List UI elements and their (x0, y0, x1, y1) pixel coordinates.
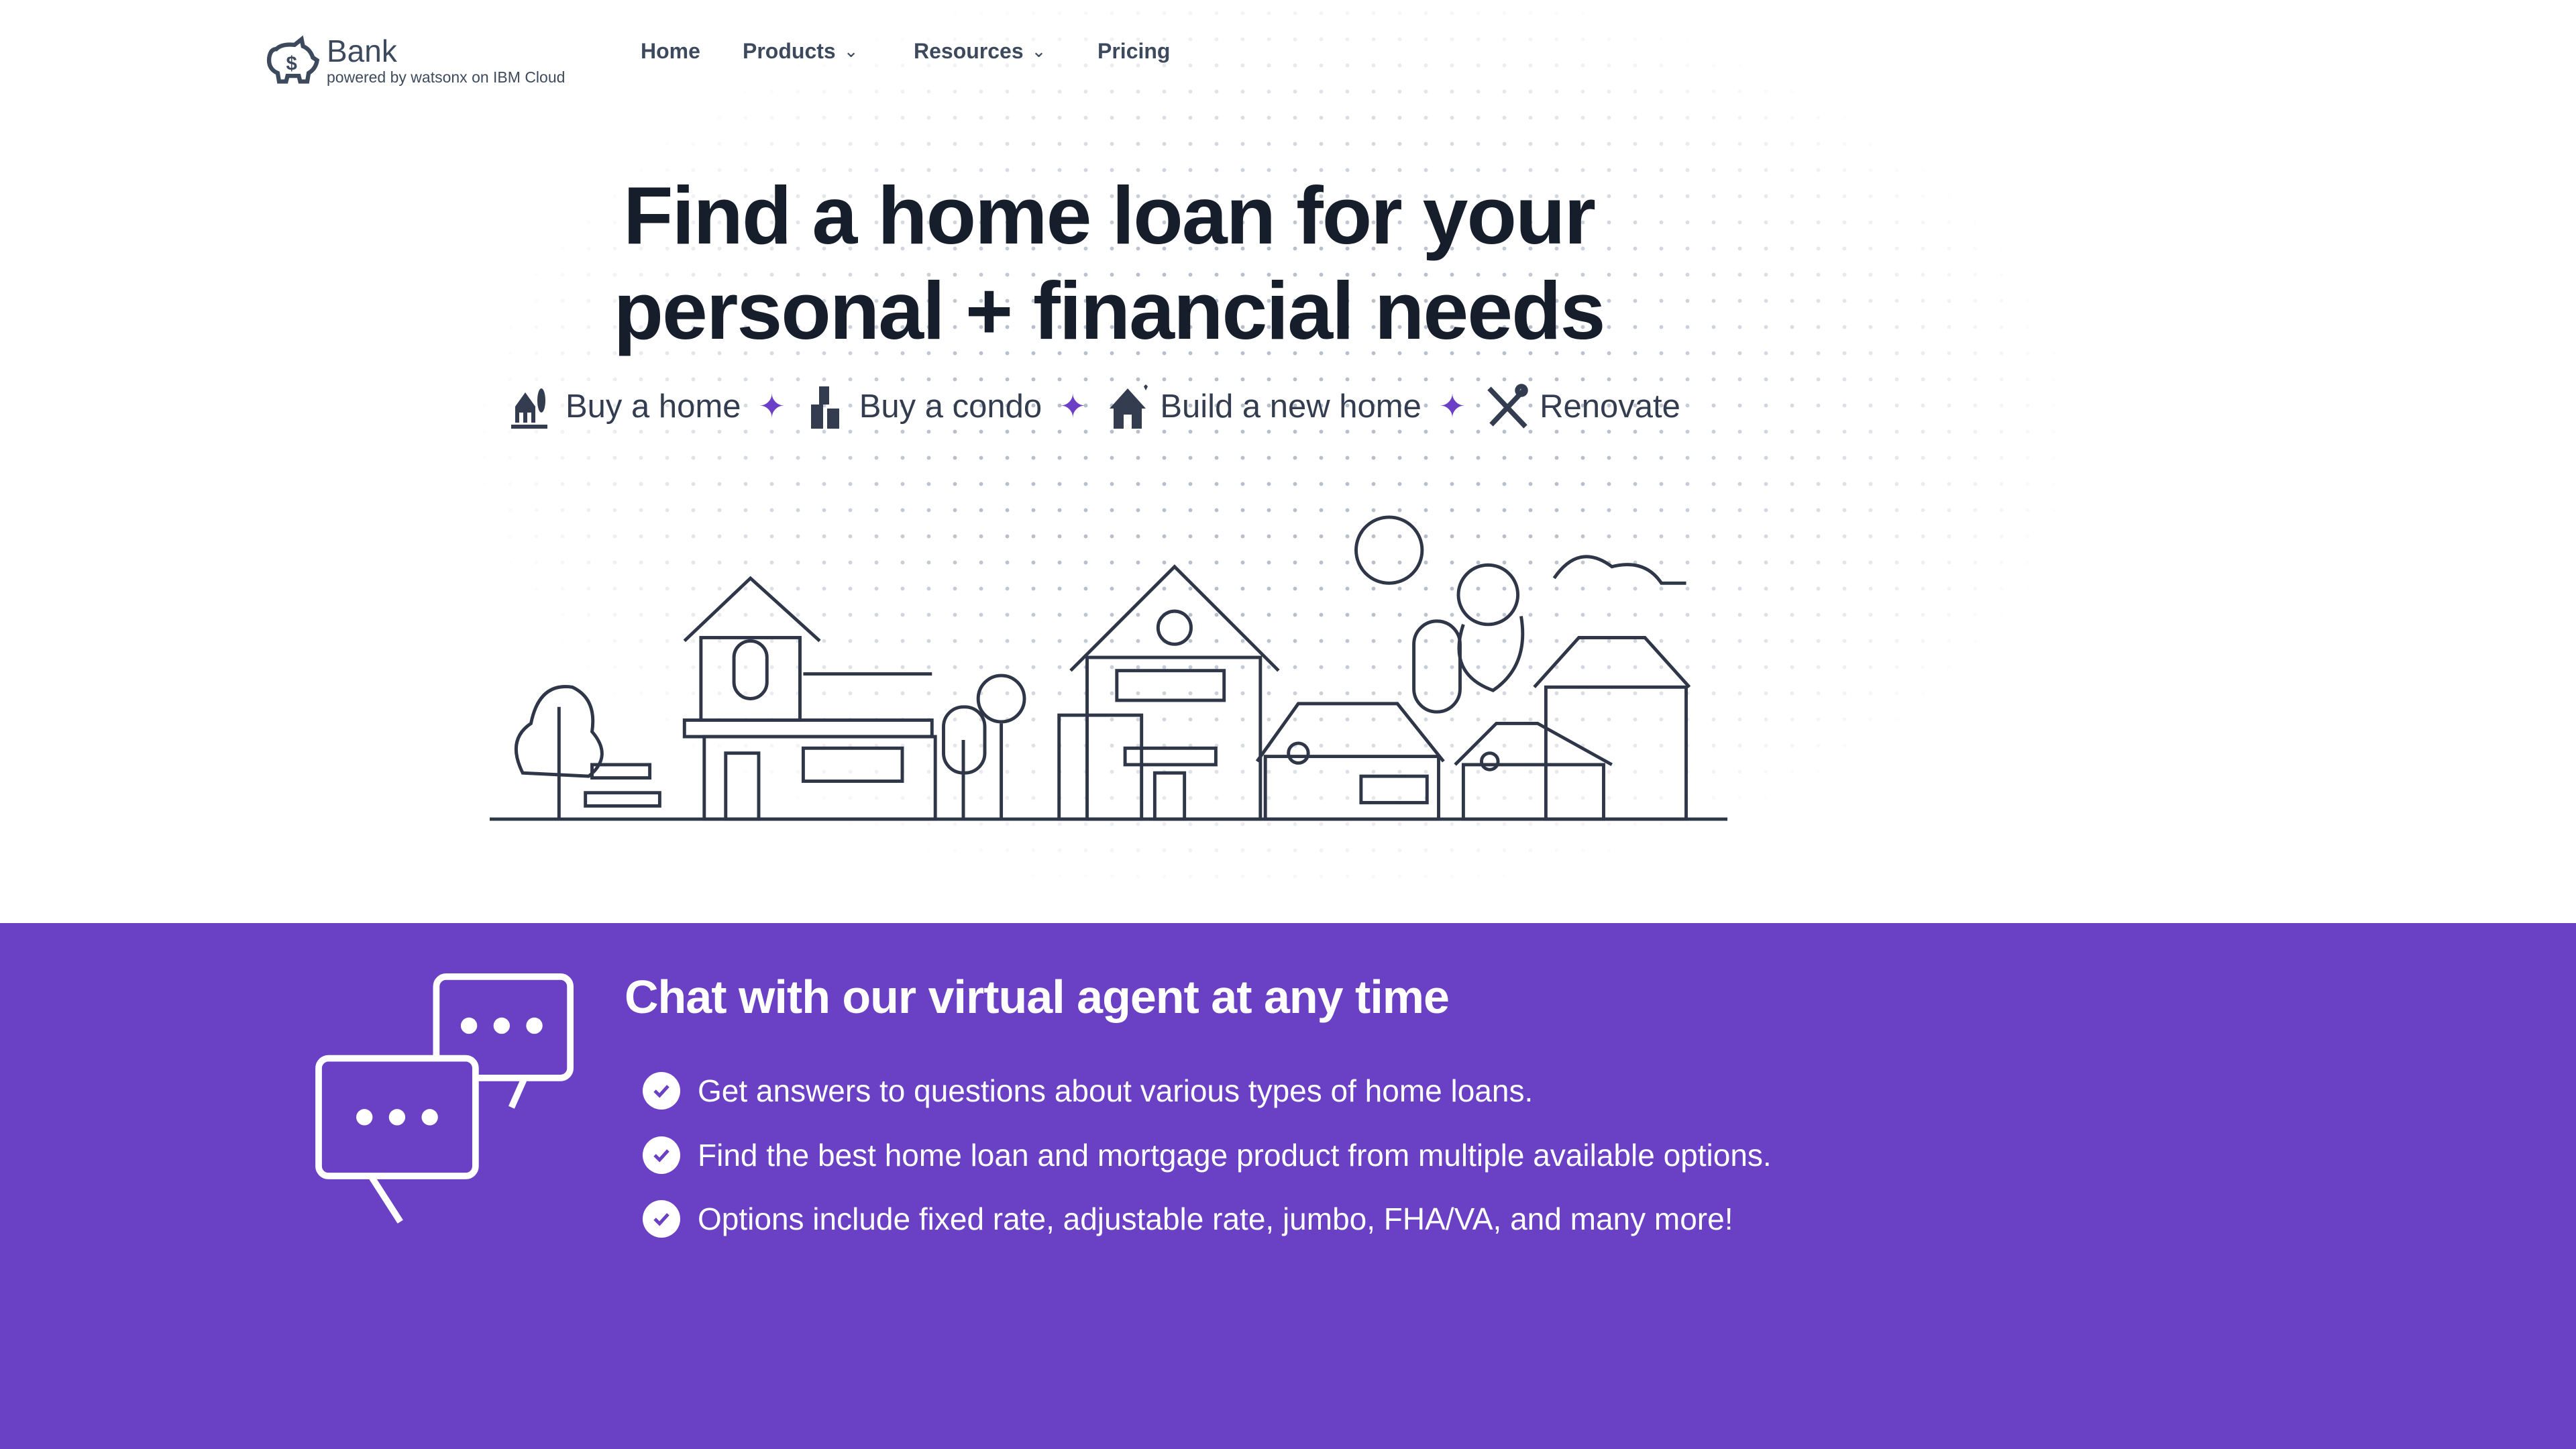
feature-bullet: Get answers to questions about various t… (643, 1072, 1533, 1110)
loan-options: Buy a home ✦ Buy a condo ✦ Build a new h… (509, 384, 1680, 429)
bullet-text: Options include fixed rate, adjustable r… (698, 1201, 1733, 1236)
neighborhood-illustration (490, 515, 1727, 821)
checkmark-icon (643, 1200, 680, 1238)
checkmark-icon (643, 1136, 680, 1174)
virtual-agent-section: Chat with our virtual agent at any time … (0, 923, 2576, 1449)
brand-tagline: powered by watsonx on IBM Cloud (327, 68, 566, 86)
checkmark-icon (643, 1072, 680, 1110)
option-label: Renovate (1540, 388, 1680, 425)
nav-pricing[interactable]: Pricing (1097, 39, 1170, 64)
title-line-1: Find a home loan for your (623, 170, 1596, 261)
building-icon (810, 386, 839, 429)
house-tree-icon (511, 388, 547, 429)
nav-label: Home (641, 39, 700, 63)
nav-resources[interactable]: Resources ⌄ (914, 39, 1046, 64)
option-renovate[interactable]: Renovate (1483, 384, 1680, 429)
option-buy-home[interactable]: Buy a home (509, 384, 741, 429)
section-heading: Chat with our virtual agent at any time (625, 971, 1450, 1023)
nav-label: Products (743, 39, 836, 63)
title-line-2: personal + financial needs (613, 265, 1606, 356)
sparkle-icon: ✦ (1059, 389, 1087, 425)
page-title: Find a home loan for your personal + fina… (0, 168, 2218, 358)
new-house-icon (1110, 384, 1148, 429)
feature-bullet: Options include fixed rate, adjustable r… (643, 1200, 1733, 1238)
chevron-down-icon: ⌄ (1031, 41, 1046, 61)
bullet-text: Get answers to questions about various t… (698, 1073, 1534, 1108)
logo[interactable]: $ Bank powered by watsonx on IBM Cloud (265, 35, 565, 87)
tools-icon (1487, 384, 1528, 429)
sparkle-icon: ✦ (758, 389, 786, 425)
chat-bubbles-icon (315, 973, 574, 1224)
option-label: Buy a home (566, 388, 741, 425)
brand-name: Bank (327, 34, 397, 68)
sparkle-icon: ✦ (1438, 389, 1466, 425)
bullet-text: Find the best home loan and mortgage pro… (698, 1138, 1772, 1173)
svg-text:$: $ (286, 53, 297, 75)
option-build-home[interactable]: Build a new home (1104, 384, 1421, 429)
option-buy-condo[interactable]: Buy a condo (803, 384, 1042, 429)
option-label: Buy a condo (859, 388, 1042, 425)
nav-label: Resources (914, 39, 1024, 63)
nav-products[interactable]: Products ⌄ (743, 39, 858, 64)
piggy-bank-icon: $ (266, 35, 320, 84)
nav-label: Pricing (1097, 39, 1171, 63)
nav-home[interactable]: Home (641, 39, 700, 64)
feature-bullet: Find the best home loan and mortgage pro… (643, 1136, 1772, 1174)
chevron-down-icon: ⌄ (843, 41, 859, 61)
option-label: Build a new home (1160, 388, 1421, 425)
